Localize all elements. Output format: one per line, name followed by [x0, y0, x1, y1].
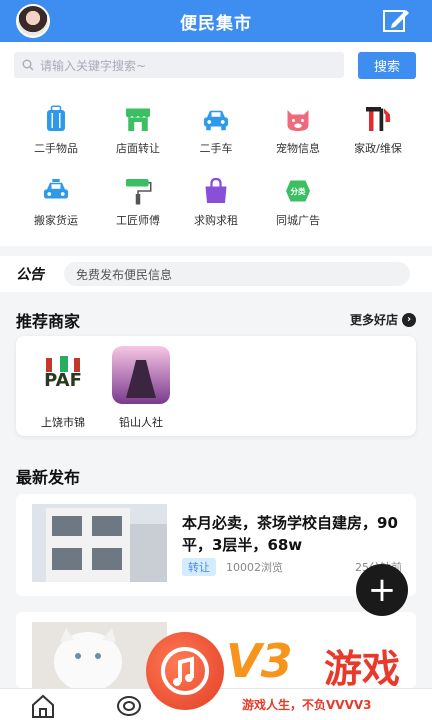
- merchant-logo: PAF: [34, 346, 92, 404]
- search-input[interactable]: 请输入关键字搜索~: [14, 52, 344, 78]
- merchant-name: 铅山人社: [119, 416, 163, 429]
- merchant-name: 上饶市锦: [41, 416, 85, 429]
- search-bar: 请输入关键字搜索~ 搜索: [0, 42, 432, 86]
- storefront-icon: [126, 108, 150, 131]
- post-card[interactable]: 本月必卖，茶场学校自建房，90平，3层半，68w 转让 10002浏览 25分钟…: [16, 494, 416, 596]
- category-label: 同城广告: [276, 214, 320, 227]
- category-label: 家政/维保: [354, 142, 402, 155]
- watermark-brand2: 游戏: [324, 647, 401, 691]
- app-header: 便民集市: [0, 0, 432, 42]
- post-title: 本月必卖，茶场学校自建房，90平，3层半，68w: [182, 514, 398, 554]
- shopping-bag-icon: [205, 177, 227, 203]
- watermark-logo: [146, 632, 224, 710]
- music-note-icon: [161, 647, 209, 695]
- search-placeholder: 请输入关键字搜索~: [40, 58, 147, 73]
- luggage-icon: [47, 105, 65, 131]
- category-housekeeping[interactable]: 家政/维保: [339, 86, 417, 156]
- user-avatar[interactable]: [16, 4, 50, 38]
- category-label: 二手车: [199, 142, 233, 155]
- post-thumbnail: [32, 504, 167, 582]
- category-wanted[interactable]: 求购求租: [177, 158, 255, 228]
- category-ads[interactable]: 分类 同城广告: [259, 158, 337, 228]
- classify-icon: 分类: [286, 180, 310, 202]
- latest-title: 最新发布: [16, 468, 81, 487]
- merchant-logo: [112, 346, 170, 404]
- tools-icon: [366, 107, 390, 131]
- discover-icon[interactable]: [116, 693, 142, 719]
- category-second-hand[interactable]: 二手物品: [17, 86, 95, 156]
- page-title: 便民集市: [180, 13, 252, 34]
- svg-text:PAF: PAF: [44, 370, 82, 391]
- search-icon: [22, 59, 34, 71]
- pig-icon: [287, 110, 309, 131]
- more-shops-link[interactable]: 更多好店 ›: [350, 311, 416, 328]
- notice-tag: 公告: [16, 267, 44, 283]
- category-moving[interactable]: 搬家货运: [17, 158, 95, 228]
- add-post-button[interactable]: +: [356, 564, 408, 616]
- notice-text: 免费发布便民信息: [76, 267, 173, 282]
- notice-bar: 公告 免费发布便民信息: [0, 256, 432, 292]
- merchant-card[interactable]: PAF 上饶市锦: [28, 346, 98, 430]
- category-pets[interactable]: 宠物信息: [259, 86, 337, 156]
- category-grid: 二手物品 店面转让 二手车 宠物信息 家政/维保 搬家货运 工匠师傅 求购求租 …: [0, 86, 432, 246]
- notice-text-box[interactable]: 免费发布便民信息: [64, 262, 410, 286]
- more-shops-label: 更多好店: [349, 313, 398, 327]
- watermark-slogan: 游戏人生，不负VVVV3: [242, 698, 372, 712]
- svg-text:分类: 分类: [291, 186, 306, 196]
- category-label: 搬家货运: [34, 214, 78, 227]
- paint-roller-icon: [126, 179, 152, 205]
- watermark-brand: V3: [226, 634, 293, 688]
- chevron-right-icon: ›: [402, 312, 416, 327]
- category-label: 工匠师傅: [116, 214, 160, 227]
- post-views: 10002浏览: [226, 561, 283, 574]
- category-craftsman[interactable]: 工匠师傅: [99, 158, 177, 228]
- category-shop-transfer[interactable]: 店面转让: [99, 86, 177, 156]
- search-button[interactable]: 搜索: [358, 52, 416, 79]
- category-label: 宠物信息: [276, 142, 320, 155]
- category-label: 求购求租: [194, 214, 238, 227]
- category-used-car[interactable]: 二手车: [177, 86, 255, 156]
- category-label: 店面转让: [116, 142, 160, 155]
- watermark: V3 游戏 游戏人生，不负VVVV3: [146, 632, 432, 720]
- taxi-icon: [44, 179, 68, 199]
- category-label: 二手物品: [34, 142, 78, 155]
- merchant-list: PAF 上饶市锦 铅山人社: [16, 336, 416, 436]
- post-badge: 转让: [182, 558, 216, 576]
- edit-icon[interactable]: [382, 8, 410, 34]
- home-icon[interactable]: [30, 693, 56, 719]
- merchant-card[interactable]: 铅山人社: [106, 346, 176, 430]
- merchants-title: 推荐商家: [16, 312, 81, 331]
- car-icon: [204, 110, 228, 131]
